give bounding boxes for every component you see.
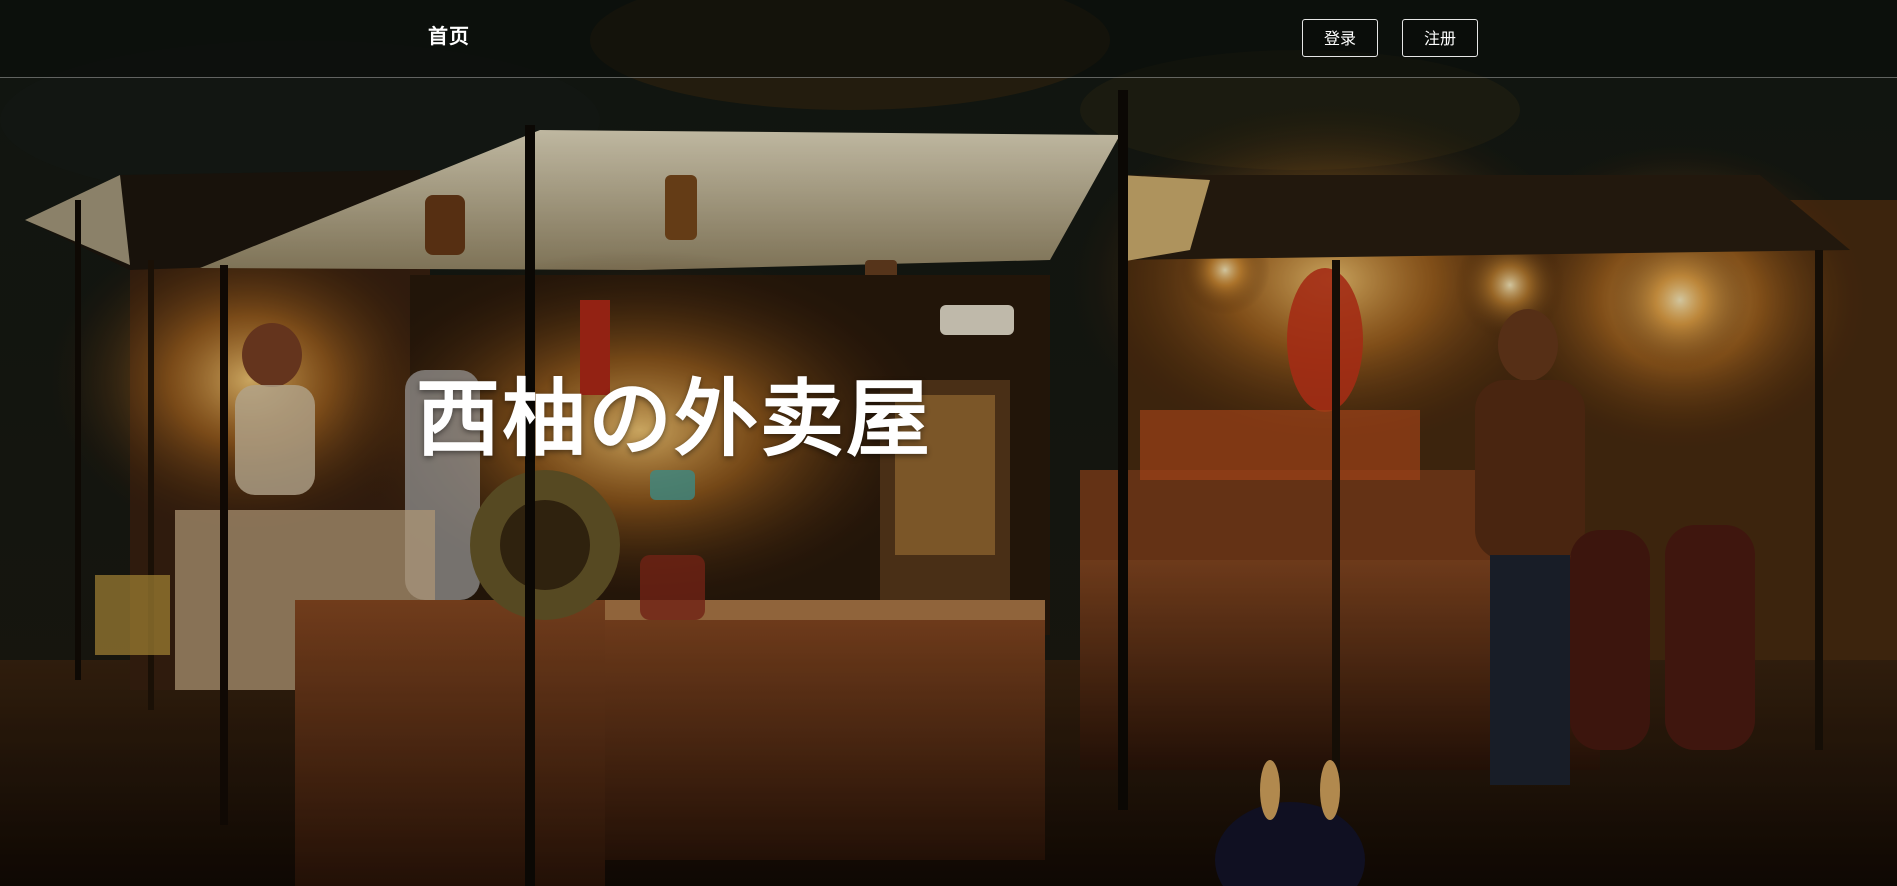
nav-home-link[interactable]: 首页 xyxy=(428,20,470,49)
site-title: 西柚の外卖屋 xyxy=(416,370,933,468)
hero-section: 西柚の外卖屋 xyxy=(0,0,1897,886)
register-button[interactable]: 注册 xyxy=(1402,19,1478,57)
login-button[interactable]: 登录 xyxy=(1302,19,1378,57)
top-navbar: 首页 登录 注册 xyxy=(0,0,1897,78)
hero-background-image xyxy=(0,0,1897,886)
